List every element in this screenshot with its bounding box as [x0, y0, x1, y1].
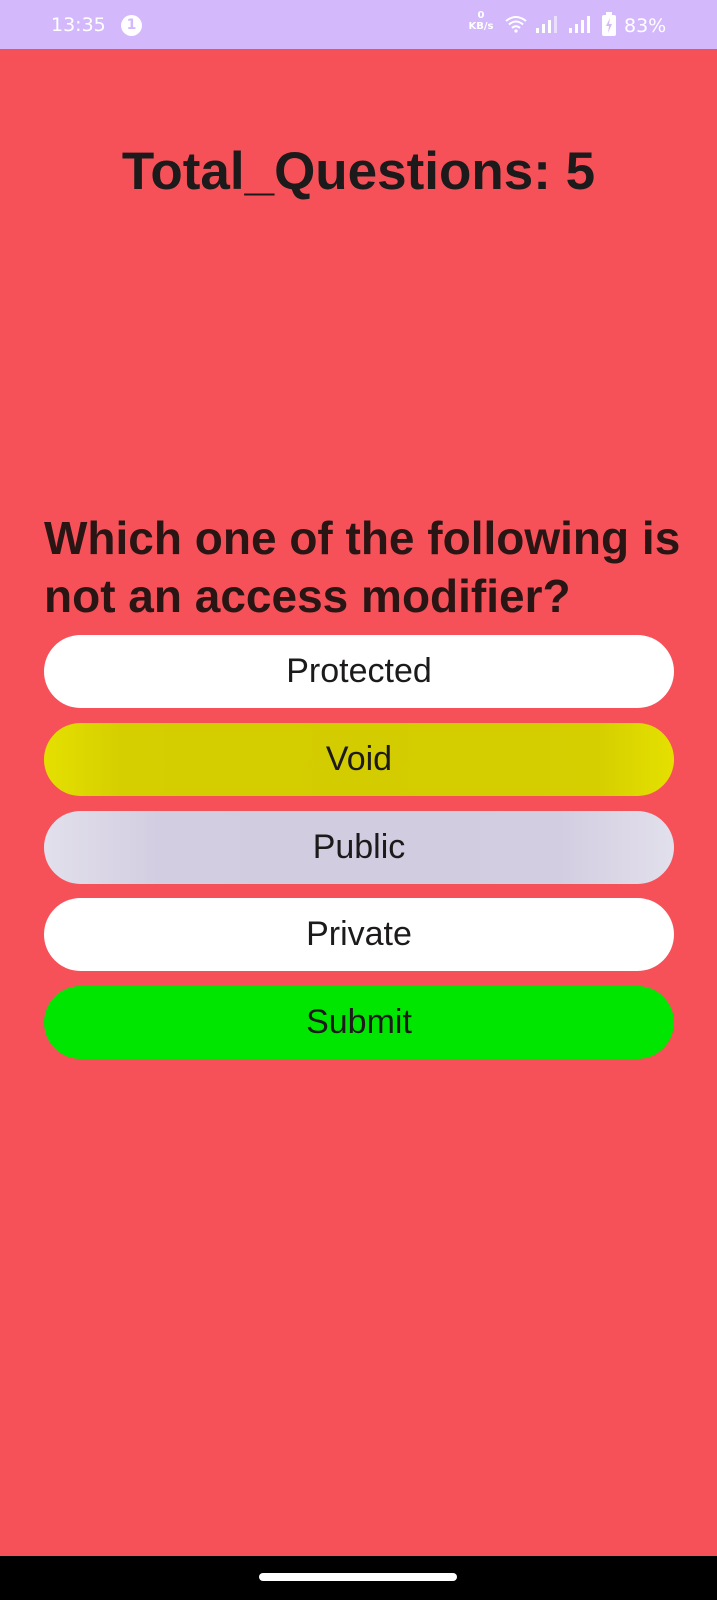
- option-void-button[interactable]: Void: [44, 723, 674, 796]
- network-speed: 0 KB/s: [465, 10, 497, 32]
- battery-icon: [601, 12, 617, 41]
- signal-icon: [568, 15, 592, 37]
- status-time: 13:35: [51, 14, 106, 36]
- option-private-button[interactable]: Private: [44, 898, 674, 971]
- option-protected-button[interactable]: Protected: [44, 635, 674, 708]
- total-questions-title: Total_Questions: 5: [121, 142, 596, 201]
- submit-button[interactable]: Submit: [44, 986, 674, 1059]
- navigation-bar: [0, 1556, 717, 1600]
- signal-icon: [535, 15, 559, 37]
- network-speed-value: 0: [477, 10, 485, 21]
- question-text: Which one of the following is not an acc…: [44, 512, 681, 622]
- notification-badge: 1: [121, 15, 142, 36]
- network-speed-unit: KB/s: [468, 21, 494, 32]
- home-gesture-handle[interactable]: [259, 1573, 457, 1581]
- battery-percent: 83%: [624, 15, 667, 37]
- option-public-button[interactable]: Public: [44, 811, 674, 884]
- status-bar: 13:35 1 0 KB/s 83%: [0, 0, 717, 49]
- wifi-icon: [505, 15, 527, 37]
